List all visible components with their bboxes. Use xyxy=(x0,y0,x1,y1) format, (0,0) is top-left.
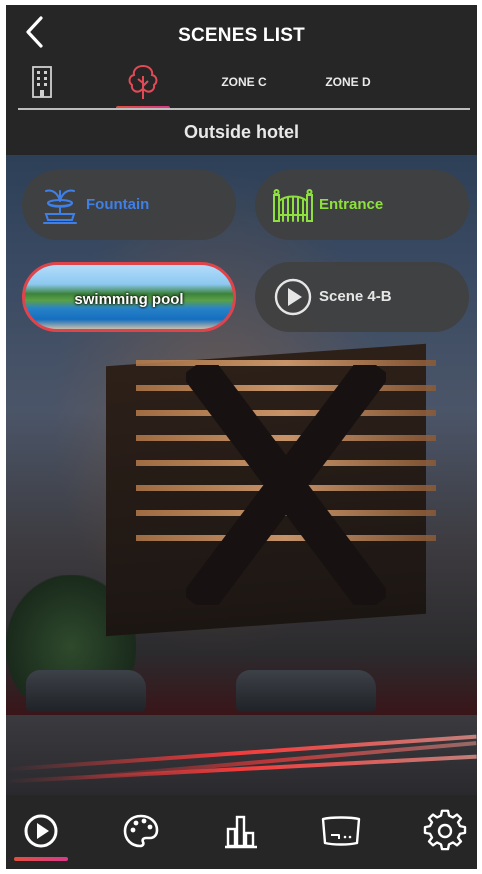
car-image xyxy=(26,670,146,712)
zone-tabs: ZONE C ZONE D xyxy=(18,57,470,110)
scene-label: Scene 4-B xyxy=(319,288,392,305)
play-circle-icon xyxy=(24,814,58,848)
bottom-nav xyxy=(6,795,477,869)
nav-scenes[interactable] xyxy=(19,809,63,853)
page-title: SCENES LIST xyxy=(178,25,305,46)
header: SCENES LIST ZONE C ZONE D Outside hotel xyxy=(6,5,477,155)
nav-settings[interactable] xyxy=(423,809,467,853)
screen-icon xyxy=(321,816,361,846)
facade-pattern xyxy=(186,365,386,605)
scene-label: swimming pool xyxy=(74,291,184,308)
building-icon xyxy=(32,66,52,98)
tree-icon xyxy=(128,64,158,99)
app-window: SCENES LIST ZONE C ZONE D Outside hotel … xyxy=(6,5,477,869)
gear-icon xyxy=(423,809,467,851)
gate-icon xyxy=(273,189,313,222)
nav-screen[interactable] xyxy=(319,809,363,853)
scene-label: Fountain xyxy=(86,196,150,213)
tab-zone-c[interactable]: ZONE C xyxy=(214,57,274,107)
nav-stats[interactable] xyxy=(219,809,263,853)
palette-icon xyxy=(123,814,159,848)
scene-swimming-pool-button[interactable]: swimming pool xyxy=(22,262,236,332)
zone-name: Outside hotel xyxy=(183,122,299,142)
bar-chart-icon xyxy=(225,815,257,849)
tabs-divider xyxy=(18,108,470,110)
tab-building[interactable] xyxy=(18,57,66,107)
fountain-icon xyxy=(43,189,77,224)
scene-entrance-button[interactable]: Entrance xyxy=(255,170,469,240)
scene-fountain-button[interactable]: Fountain xyxy=(22,170,236,240)
scene-4b-button[interactable]: Scene 4-B xyxy=(255,262,469,332)
car-image xyxy=(236,670,376,712)
scene-label: Entrance xyxy=(319,196,384,213)
nav-colors[interactable] xyxy=(119,809,163,853)
zone-background: Fountain Entrance swimming pool Scene 4-… xyxy=(6,155,477,795)
play-circle-icon xyxy=(274,278,312,316)
tab-outside[interactable] xyxy=(116,57,170,107)
tab-zone-d[interactable]: ZONE D xyxy=(318,57,378,107)
nav-selected-indicator xyxy=(14,857,68,861)
